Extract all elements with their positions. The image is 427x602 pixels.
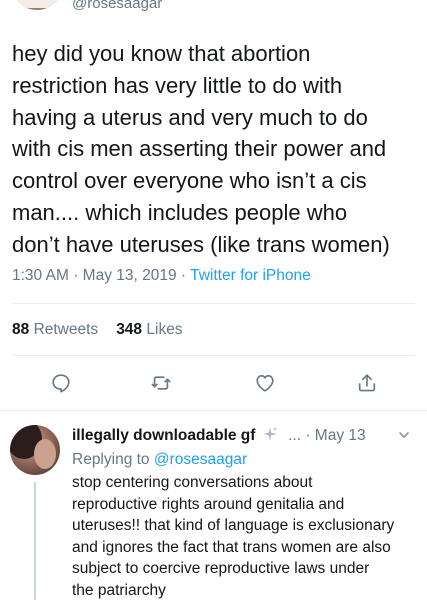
tweet-time[interactable]: 1:30 AM <box>12 267 69 284</box>
reply-date[interactable]: May 13 <box>315 427 366 444</box>
author-handle[interactable]: @rosesaagar <box>72 0 162 14</box>
reply-button[interactable] <box>46 368 76 398</box>
divider <box>0 410 427 411</box>
retweets-count: 88 <box>12 321 30 338</box>
likes-label: Likes <box>146 321 183 338</box>
share-icon <box>358 374 376 392</box>
divider <box>12 303 415 304</box>
replying-to-mention[interactable]: @rosesaagar <box>154 451 247 468</box>
replying-to-label: Replying to <box>72 451 150 468</box>
reply-author-avatar[interactable] <box>10 425 60 475</box>
tweet-text: hey did you know that abortion restricti… <box>12 41 390 257</box>
like-icon <box>256 375 274 392</box>
like-button[interactable] <box>250 368 280 398</box>
share-button[interactable] <box>352 368 382 398</box>
thread-line <box>34 482 36 600</box>
reply-text: stop centering conversations about repro… <box>72 474 395 599</box>
likes-count: 348 <box>116 321 143 338</box>
reply-author-name[interactable]: illegally downloadable gf <box>72 427 255 444</box>
retweet-icon <box>151 376 171 390</box>
retweets-label: Retweets <box>33 321 99 338</box>
reply-icon <box>52 374 70 393</box>
meta-separator: · <box>73 267 79 284</box>
divider <box>12 355 415 356</box>
replying-to: Replying to @rosesaagar <box>72 450 247 470</box>
tweet-stats: 88 Retweets 348 Likes <box>12 320 183 340</box>
reply-separator: · <box>305 427 311 444</box>
tweet-meta: 1:30 AM · May 13, 2019 · Twitter for iPh… <box>12 266 311 286</box>
reply-name-ellipsis: ... <box>288 427 301 444</box>
reply-header: illegally downloadable gf ... · May 13 <box>72 426 417 448</box>
retweets-stat[interactable]: 88 Retweets <box>12 321 98 338</box>
sparkle-emoji-icon <box>262 427 277 441</box>
tweet-date[interactable]: May 13, 2019 <box>83 267 177 284</box>
tweet-actions <box>0 368 427 398</box>
author-avatar[interactable] <box>12 0 62 10</box>
chevron-down-icon[interactable] <box>397 428 411 442</box>
meta-separator: · <box>180 267 187 284</box>
tweet-source[interactable]: Twitter for iPhone <box>190 267 311 284</box>
retweet-button[interactable] <box>146 368 176 398</box>
likes-stat[interactable]: 348 Likes <box>116 321 182 338</box>
